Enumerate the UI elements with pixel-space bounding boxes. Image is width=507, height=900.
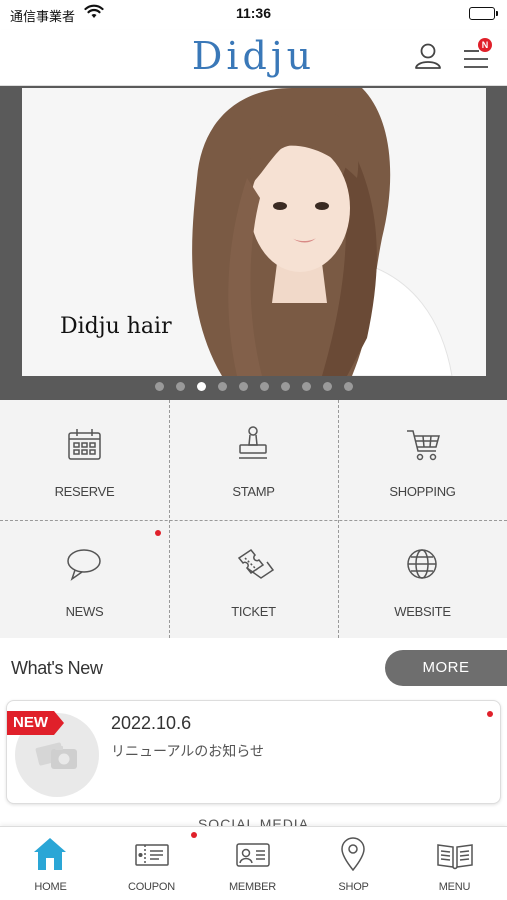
- hero-slide[interactable]: Didju hair: [22, 88, 486, 376]
- location-pin-icon: [341, 837, 365, 871]
- notification-badge: N: [478, 38, 492, 52]
- carousel-dot[interactable]: [238, 382, 248, 391]
- more-button[interactable]: MORE: [385, 650, 507, 686]
- app-header: Didju N: [0, 30, 507, 86]
- status-bar: 通信事業者 11:36: [0, 0, 507, 30]
- tab-home-label: HOME: [34, 881, 67, 893]
- news-label: NEWS: [65, 604, 104, 619]
- stamp-button[interactable]: STAMP: [169, 400, 338, 519]
- news-unread-dot: [155, 530, 161, 536]
- tab-shop[interactable]: SHOP: [303, 827, 404, 900]
- home-icon: [34, 838, 66, 870]
- carousel-dot[interactable]: [280, 382, 290, 391]
- tab-shop-label: SHOP: [338, 881, 369, 893]
- speech-bubble-icon: [67, 549, 101, 581]
- carousel-dot[interactable]: [322, 382, 332, 391]
- carousel-dot-active[interactable]: [196, 382, 206, 391]
- news-text: リニューアルのお知らせ: [111, 744, 265, 760]
- member-card-icon: [236, 843, 270, 867]
- tab-member[interactable]: MEMBER: [202, 827, 303, 900]
- coupon-icon: [135, 844, 169, 866]
- carousel-dot[interactable]: [175, 382, 185, 391]
- tab-member-label: MEMBER: [228, 881, 277, 893]
- whats-new-heading: What's New: [11, 658, 103, 678]
- news-button[interactable]: NEWS: [0, 520, 169, 639]
- bottom-tab-bar: HOME COUPON MEMBER SHOP MENU: [0, 826, 507, 900]
- carousel-dot[interactable]: [259, 382, 269, 391]
- website-label: WEBSITE: [394, 604, 451, 619]
- ticket-label: TICKET: [231, 604, 276, 619]
- battery-icon: [469, 7, 498, 20]
- calendar-icon: [68, 429, 101, 460]
- carousel-pagination[interactable]: [0, 382, 507, 391]
- hero-caption: Didju hair: [60, 314, 172, 339]
- shopping-button[interactable]: SHOPPING: [338, 400, 507, 519]
- hero-carousel[interactable]: Didju hair: [0, 86, 507, 400]
- reserve-label: RESERVE: [54, 484, 115, 499]
- website-button[interactable]: WEBSITE: [338, 520, 507, 639]
- feature-grid: RESERVE STAMP SHOPPING NEWS TICKET WEBSI…: [0, 400, 507, 638]
- news-date: 2022.10.6: [111, 713, 192, 733]
- reserve-button[interactable]: RESERVE: [0, 400, 169, 519]
- carousel-dot[interactable]: [301, 382, 311, 391]
- cart-icon: [407, 430, 440, 461]
- clock: 11:36: [235, 5, 272, 21]
- book-icon: [437, 844, 473, 870]
- coupon-unread-dot: [191, 832, 197, 838]
- carousel-dot[interactable]: [217, 382, 227, 391]
- stamp-icon: [239, 426, 267, 459]
- ticket-icon: [237, 548, 275, 579]
- tab-menu-label: MENU: [438, 881, 471, 893]
- carousel-dot[interactable]: [154, 382, 164, 391]
- tab-coupon[interactable]: COUPON: [101, 827, 202, 900]
- ticket-button[interactable]: TICKET: [169, 520, 338, 639]
- tab-coupon-label: COUPON: [127, 881, 176, 893]
- carousel-dot[interactable]: [343, 382, 353, 391]
- tab-home[interactable]: HOME: [0, 827, 101, 900]
- stamp-label: STAMP: [232, 484, 275, 499]
- user-profile-icon[interactable]: [412, 40, 444, 72]
- new-tag: NEW: [7, 711, 64, 735]
- globe-icon: [407, 549, 437, 579]
- shopping-label: SHOPPING: [389, 484, 456, 499]
- news-card[interactable]: NEW 2022.10.6 リニューアルのお知らせ: [6, 700, 501, 804]
- tab-menu[interactable]: MENU: [404, 827, 505, 900]
- unread-dot: [487, 711, 493, 717]
